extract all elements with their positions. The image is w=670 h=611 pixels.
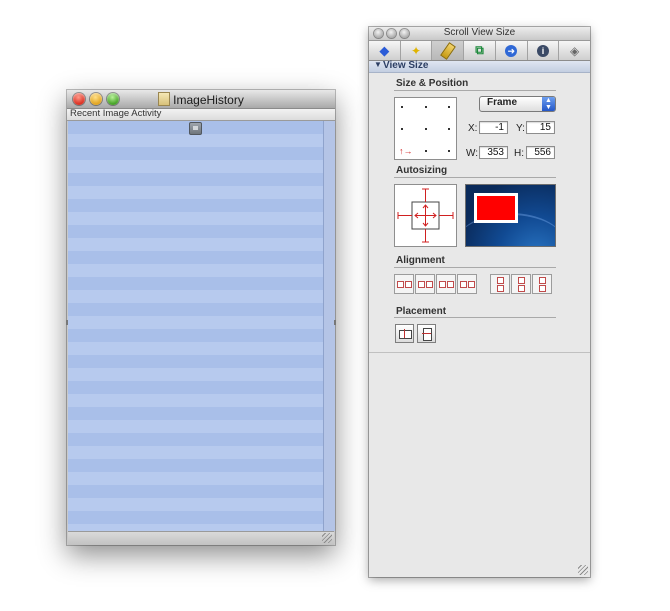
accessibility-icon: ◈ bbox=[570, 43, 580, 58]
tab-bindings[interactable]: ◆ bbox=[369, 41, 401, 60]
springs-struts-diagram bbox=[397, 188, 454, 243]
column-header-label[interactable]: Recent Image Activity bbox=[70, 108, 161, 119]
size-position-heading: Size & Position bbox=[396, 78, 469, 89]
tab-arrow[interactable]: ➜ bbox=[496, 41, 528, 60]
y-label: Y: bbox=[516, 123, 525, 134]
anchor-bottom-right[interactable] bbox=[448, 150, 450, 152]
inspector-resize-grip-icon[interactable] bbox=[578, 565, 588, 575]
width-field[interactable]: 353 bbox=[479, 146, 508, 159]
center-horizontally-button[interactable] bbox=[395, 324, 414, 343]
placement-rule bbox=[394, 317, 556, 318]
table-header[interactable]: Recent Image Activity bbox=[67, 108, 335, 121]
anchor-point-selector[interactable]: ↑→ bbox=[394, 97, 457, 160]
bottom-bar bbox=[68, 531, 334, 545]
right-resize-handle[interactable] bbox=[334, 320, 336, 325]
autosizing-preview bbox=[465, 184, 556, 247]
x-field[interactable]: -1 bbox=[479, 121, 508, 134]
resize-grip-icon[interactable] bbox=[322, 533, 332, 543]
size-position-rule bbox=[394, 90, 556, 91]
anchor-center[interactable] bbox=[425, 128, 427, 130]
y-field[interactable]: 15 bbox=[526, 121, 555, 134]
left-resize-handle[interactable] bbox=[66, 320, 68, 325]
align-baselines-button[interactable] bbox=[457, 274, 477, 294]
h-label: H: bbox=[514, 148, 524, 159]
document-window: ImageHistory Recent Image Activity bbox=[66, 90, 336, 545]
connections-icon: ⧉ bbox=[475, 43, 484, 57]
anchor-middle-right[interactable] bbox=[448, 128, 450, 130]
frame-popup-value: Frame bbox=[487, 97, 518, 108]
center-vertically-button[interactable] bbox=[417, 324, 436, 343]
height-field[interactable]: 556 bbox=[526, 146, 555, 159]
align-right-edges-button[interactable] bbox=[436, 274, 456, 294]
inspector-titlebar[interactable]: Scroll View Size bbox=[369, 27, 590, 41]
align-bottom-edges-button[interactable] bbox=[532, 274, 552, 294]
inspector-divider bbox=[369, 352, 590, 353]
tab-connections[interactable]: ⧉ bbox=[464, 41, 496, 60]
vertical-scrollbar[interactable] bbox=[323, 121, 335, 531]
tab-effects[interactable]: ✦ bbox=[401, 41, 433, 60]
document-icon bbox=[158, 92, 171, 106]
preview-view-rect bbox=[474, 193, 518, 223]
anchor-middle-left[interactable] bbox=[401, 128, 403, 130]
frame-popup-button[interactable]: Frame ▲ ▼ bbox=[479, 96, 556, 112]
window-title-text: ImageHistory bbox=[173, 93, 244, 107]
inspector-toolbar: ◆ ✦ ⧉ ➜ i ◈ bbox=[369, 41, 590, 61]
window-title: ImageHistory bbox=[67, 92, 335, 107]
x-label: X: bbox=[468, 123, 478, 134]
align-horizontal-centers-button[interactable] bbox=[415, 274, 435, 294]
placement-heading: Placement bbox=[396, 306, 447, 317]
tab-size[interactable] bbox=[432, 41, 465, 60]
align-top-edges-button[interactable] bbox=[490, 274, 510, 294]
arrow-icon: ➜ bbox=[505, 44, 518, 57]
bindings-icon: ◆ bbox=[379, 42, 390, 58]
alignment-heading: Alignment bbox=[396, 255, 445, 266]
anchor-top-left[interactable] bbox=[401, 106, 403, 108]
section-title: View Size bbox=[383, 60, 429, 71]
autosizing-rule bbox=[394, 177, 556, 178]
view-size-section-header[interactable]: ▼ View Size bbox=[369, 60, 590, 73]
anchor-top-right[interactable] bbox=[448, 106, 450, 108]
origin-anchor-icon[interactable]: ↑→ bbox=[399, 147, 413, 156]
tab-info[interactable]: i bbox=[528, 41, 560, 60]
w-label: W: bbox=[466, 148, 479, 159]
document-titlebar[interactable]: ImageHistory bbox=[67, 90, 335, 109]
autosizing-springs-struts[interactable] bbox=[394, 184, 457, 247]
inspector-title: Scroll View Size bbox=[443, 27, 516, 38]
disclosure-triangle-icon[interactable]: ▼ bbox=[374, 60, 382, 69]
autosizing-heading: Autosizing bbox=[396, 165, 448, 176]
align-left-edges-button[interactable] bbox=[394, 274, 414, 294]
info-icon: i bbox=[536, 44, 549, 57]
image-cell-icon bbox=[189, 122, 202, 135]
effects-icon: ✦ bbox=[411, 43, 422, 58]
anchor-top-center[interactable] bbox=[425, 106, 427, 108]
inspector-panel: Scroll View Size ◆ ✦ ⧉ ➜ i ◈ ▼ View Size… bbox=[369, 27, 590, 577]
align-vertical-centers-button[interactable] bbox=[511, 274, 531, 294]
alignment-rule bbox=[394, 267, 556, 268]
popup-arrows-icon: ▲ ▼ bbox=[542, 97, 555, 111]
table-view[interactable] bbox=[68, 121, 323, 531]
anchor-bottom-center[interactable] bbox=[425, 150, 427, 152]
tab-accessibility[interactable]: ◈ bbox=[559, 41, 590, 60]
size-ruler-icon bbox=[439, 41, 456, 60]
